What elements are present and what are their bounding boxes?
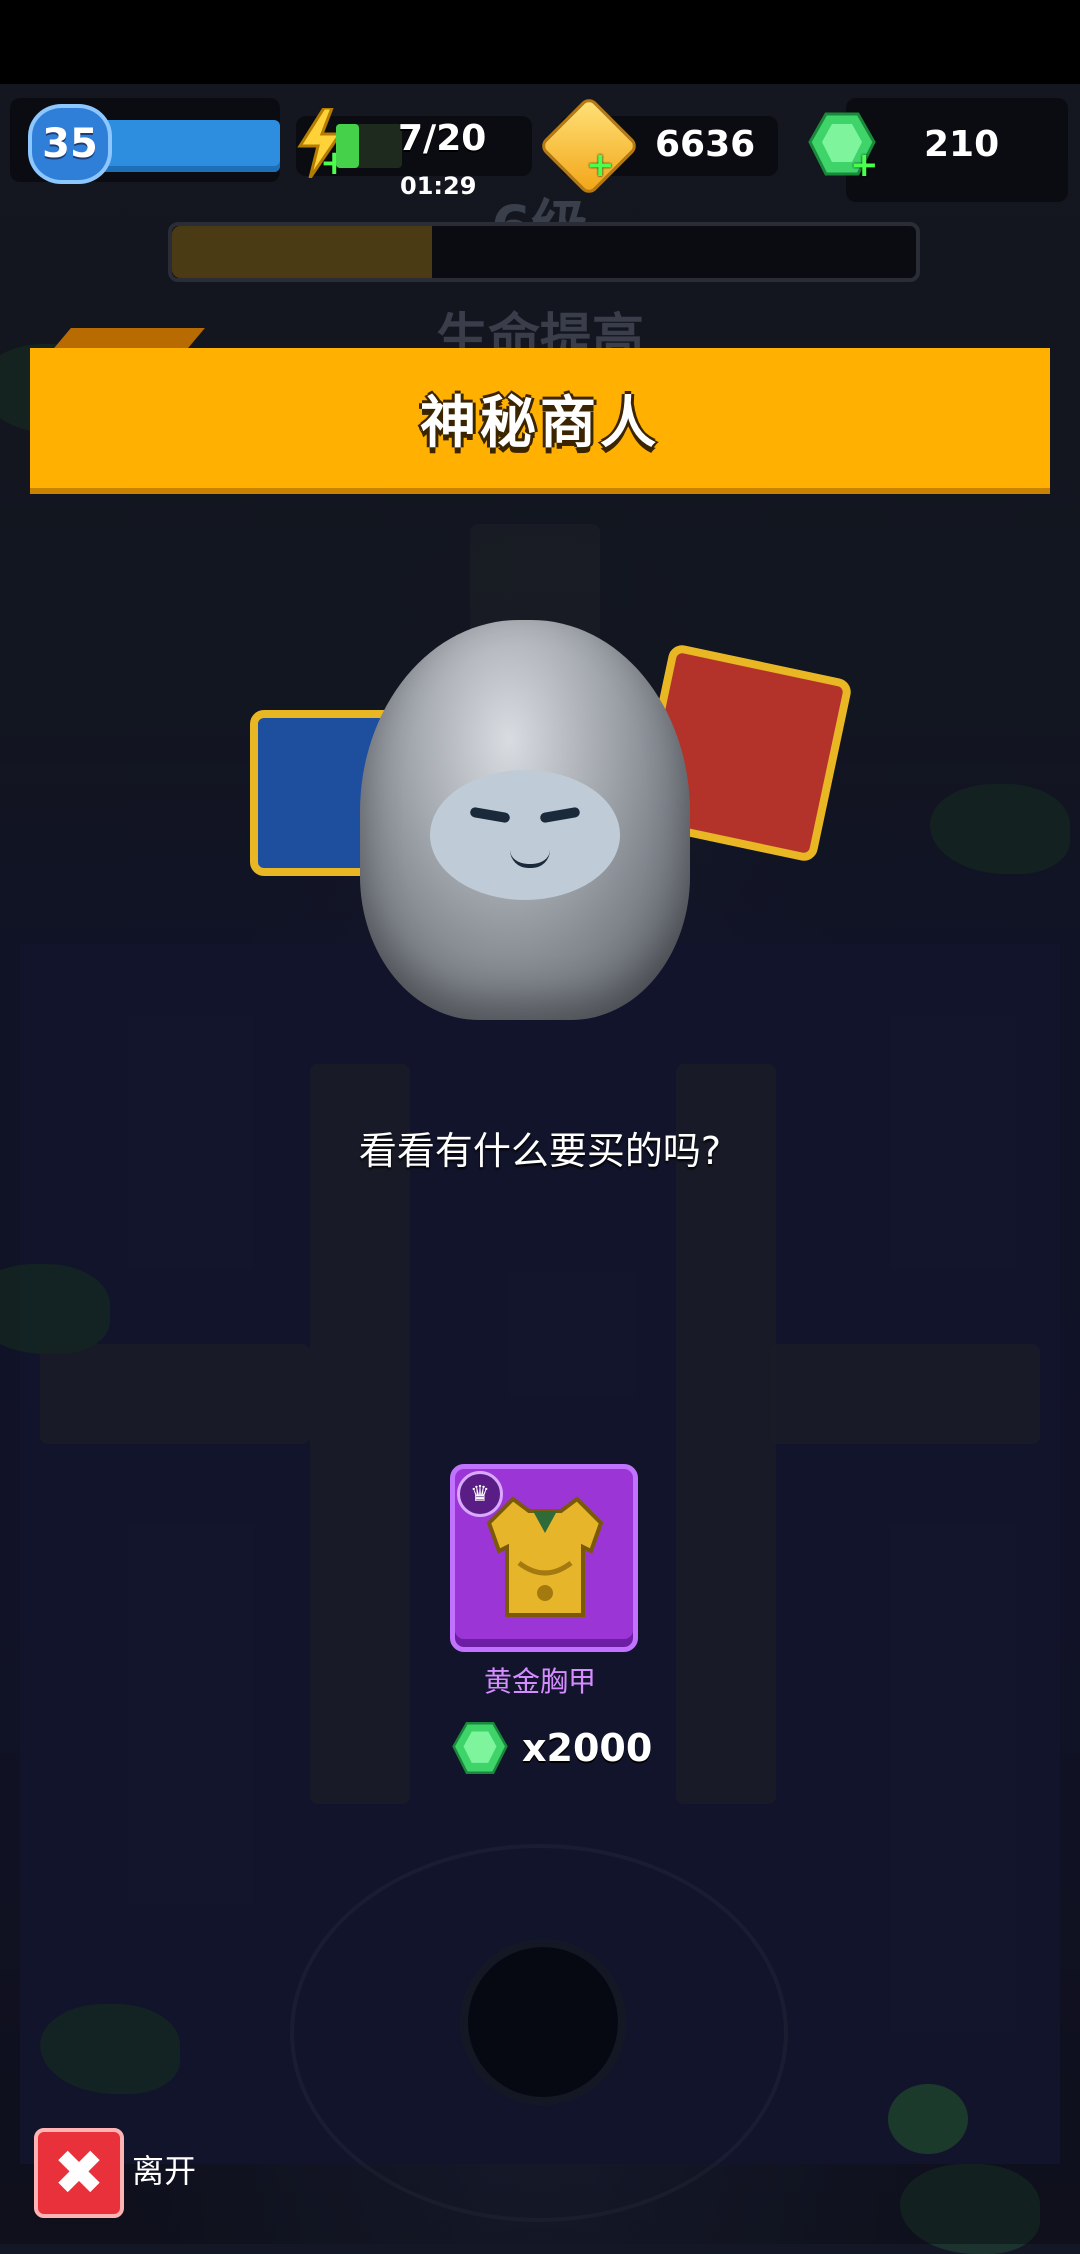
merchant-smile bbox=[510, 850, 550, 868]
merchant-banner: 神秘商人 bbox=[30, 348, 1050, 494]
offer-item-name: 黄金胸甲 bbox=[483, 1665, 596, 1698]
add-gems-icon[interactable]: + bbox=[850, 148, 879, 182]
stage-progress-fill bbox=[172, 226, 433, 278]
merchant-helmet bbox=[360, 620, 690, 1020]
golden-chestplate-icon bbox=[486, 1496, 604, 1617]
gem-count: 210 bbox=[924, 124, 1000, 165]
merchant-eye bbox=[469, 806, 511, 824]
offer-price-amount: x2000 bbox=[522, 1726, 653, 1770]
leave-label[interactable]: 离开 bbox=[132, 2146, 196, 2192]
green-gem-icon bbox=[452, 1722, 508, 1774]
merchant-title: 神秘商人 bbox=[420, 390, 660, 456]
offer-price[interactable]: x2000 bbox=[452, 1718, 652, 1778]
energy-bar bbox=[336, 124, 402, 168]
merchant-dialog: 看看有什么要买的吗? bbox=[358, 1129, 722, 1173]
add-gold-icon[interactable]: + bbox=[586, 148, 615, 182]
leave-button[interactable]: ✖ bbox=[34, 2128, 124, 2218]
energy-count: 7/20 bbox=[398, 118, 487, 159]
xp-bar bbox=[98, 120, 280, 172]
player-level-badge[interactable]: 35 bbox=[28, 104, 112, 184]
energy-bar-fill bbox=[336, 124, 360, 168]
gold-count: 6636 bbox=[655, 124, 756, 165]
merchant-eye bbox=[539, 806, 581, 824]
close-icon: ✖ bbox=[53, 2136, 105, 2209]
merchant-character bbox=[250, 620, 854, 1080]
offer-item-card[interactable]: ♛ bbox=[450, 1464, 638, 1652]
merchant-face bbox=[430, 770, 620, 900]
stage-progress-bar bbox=[168, 222, 920, 282]
